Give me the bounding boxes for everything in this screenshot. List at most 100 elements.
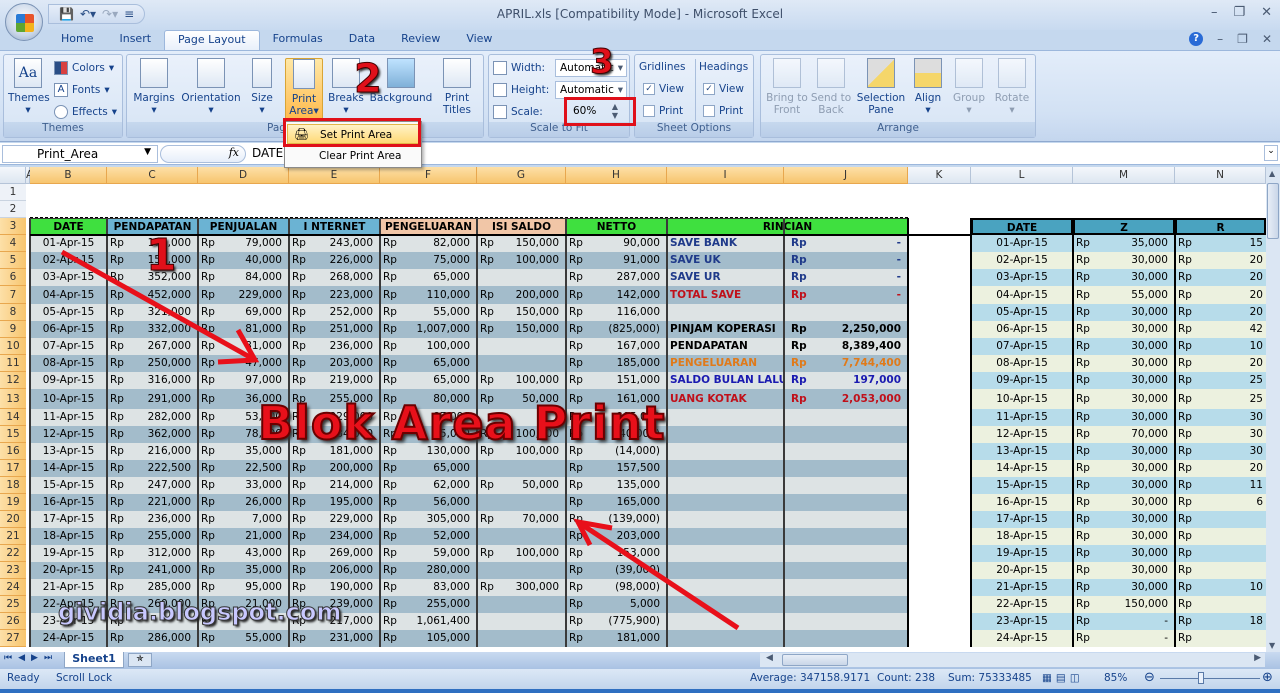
rincian-value[interactable]: - <box>814 286 904 304</box>
amount-cell[interactable]: 150,000 <box>503 235 562 252</box>
name-box[interactable]: Print_Area ▼ <box>2 145 158 163</box>
margins-button[interactable]: Margins ▾ <box>131 58 177 116</box>
selection-pane-button[interactable]: Selection Pane <box>855 58 907 116</box>
amount-cell[interactable]: 90,000 <box>592 235 663 252</box>
side-r-cell[interactable]: 20 <box>1201 304 1266 321</box>
side-r-cell[interactable]: 11 <box>1201 477 1266 494</box>
minimize-icon[interactable]: – <box>1211 5 1218 20</box>
side-r-cell[interactable] <box>1201 562 1266 579</box>
amount-cell[interactable]: 7,000 <box>224 511 285 528</box>
colors-button[interactable]: Colors ▾ <box>54 61 114 75</box>
amount-cell[interactable]: 157,500 <box>592 460 663 477</box>
amount-cell[interactable]: 282,000 <box>133 409 194 426</box>
amount-cell[interactable]: 55,000 <box>224 630 285 647</box>
amount-cell[interactable]: 167,000 <box>592 338 663 355</box>
side-date-cell[interactable]: 12-Apr-15 <box>971 426 1073 443</box>
amount-cell[interactable]: 247,000 <box>133 477 194 494</box>
amount-cell[interactable]: 69,000 <box>224 304 285 321</box>
amount-cell[interactable]: 105,000 <box>406 630 473 647</box>
date-cell[interactable]: 01-Apr-15 <box>30 235 107 252</box>
row-header-15[interactable]: 15 <box>0 426 26 443</box>
select-all-corner[interactable] <box>0 167 26 184</box>
amount-cell[interactable]: 82,000 <box>406 235 473 252</box>
sheet-tab-sheet1[interactable]: Sheet1 <box>64 652 124 668</box>
horizontal-scroll-thumb[interactable] <box>782 654 848 666</box>
amount-cell[interactable]: 222,500 <box>133 460 194 477</box>
side-r-cell[interactable]: 20 <box>1201 355 1266 372</box>
side-r-cell[interactable]: 30 <box>1201 443 1266 460</box>
row-header-2[interactable]: 2 <box>0 201 26 218</box>
amount-cell[interactable]: 50,000 <box>503 477 562 494</box>
amount-cell[interactable]: 221,000 <box>133 494 194 511</box>
row-header-24[interactable]: 24 <box>0 579 26 596</box>
amount-cell[interactable]: 241,000 <box>133 562 194 579</box>
side-z-cell[interactable]: 30,000 <box>1099 372 1171 389</box>
print-titles-button[interactable]: Print Titles <box>437 58 477 116</box>
side-z-cell[interactable]: 30,000 <box>1099 409 1171 426</box>
amount-cell[interactable]: (98,000) <box>592 579 663 596</box>
amount-cell[interactable]: 70,000 <box>503 511 562 528</box>
column-header-b[interactable]: B <box>30 167 107 184</box>
side-z-cell[interactable]: 30,000 <box>1099 477 1171 494</box>
amount-cell[interactable]: 291,000 <box>133 389 194 409</box>
amount-cell[interactable]: 116,000 <box>592 304 663 321</box>
side-r-cell[interactable]: 25 <box>1201 389 1266 409</box>
row-header-17[interactable]: 17 <box>0 460 26 477</box>
side-r-cell[interactable]: 6 <box>1201 494 1266 511</box>
date-cell[interactable]: 04-Apr-15 <box>30 286 107 304</box>
zoom-in-icon[interactable]: ⊕ <box>1262 670 1273 685</box>
help-icon[interactable]: ? <box>1189 32 1204 46</box>
amount-cell[interactable]: 1,007,000 <box>406 321 473 338</box>
side-date-cell[interactable]: 22-Apr-15 <box>971 596 1073 613</box>
amount-cell[interactable]: 236,000 <box>315 338 376 355</box>
date-cell[interactable]: 17-Apr-15 <box>30 511 107 528</box>
close-icon[interactable]: ✕ <box>1261 5 1272 20</box>
amount-cell[interactable]: 59,000 <box>406 545 473 562</box>
side-date-cell[interactable]: 01-Apr-15 <box>971 235 1073 252</box>
amount-cell[interactable]: 229,000 <box>224 286 285 304</box>
amount-cell[interactable]: 56,000 <box>406 494 473 511</box>
amount-cell[interactable]: 100,000 <box>503 372 562 389</box>
side-r-cell[interactable] <box>1201 545 1266 562</box>
workbook-restore-icon[interactable]: ❐ <box>1237 32 1248 46</box>
side-z-cell[interactable]: 30,000 <box>1099 269 1171 286</box>
amount-cell[interactable]: 316,000 <box>133 372 194 389</box>
row-header-21[interactable]: 21 <box>0 528 26 545</box>
amount-cell[interactable]: 267,000 <box>133 338 194 355</box>
amount-cell[interactable]: 35,000 <box>224 562 285 579</box>
side-z-cell[interactable]: 30,000 <box>1099 389 1171 409</box>
amount-cell[interactable]: 362,000 <box>133 426 194 443</box>
print-area-button[interactable]: Print Area▾ <box>285 58 323 122</box>
amount-cell[interactable]: 110,000 <box>406 286 473 304</box>
amount-cell[interactable]: 312,000 <box>133 545 194 562</box>
amount-cell[interactable]: 305,000 <box>406 511 473 528</box>
amount-cell[interactable]: 231,000 <box>315 630 376 647</box>
side-z-cell[interactable]: 30,000 <box>1099 545 1171 562</box>
amount-cell[interactable]: 1,061,400 <box>406 613 473 630</box>
column-header-g[interactable]: G <box>477 167 566 184</box>
side-z-cell[interactable]: 30,000 <box>1099 443 1171 460</box>
side-date-cell[interactable]: 03-Apr-15 <box>971 269 1073 286</box>
side-date-cell[interactable]: 13-Apr-15 <box>971 443 1073 460</box>
horizontal-scrollbar[interactable]: ◀ ▶ <box>760 653 1265 667</box>
headings-print-checkbox[interactable]: Print <box>703 105 743 117</box>
rincian-value[interactable]: - <box>814 235 904 252</box>
workbook-close-icon[interactable]: ✕ <box>1262 32 1272 46</box>
themes-button[interactable]: Aa Themes ▾ <box>8 58 50 116</box>
insert-function-button[interactable]: fx <box>160 145 246 163</box>
amount-cell[interactable]: 214,000 <box>315 477 376 494</box>
side-z-cell[interactable]: 30,000 <box>1099 321 1171 338</box>
amount-cell[interactable]: (139,000) <box>592 511 663 528</box>
side-date-cell[interactable]: 08-Apr-15 <box>971 355 1073 372</box>
side-r-cell[interactable] <box>1201 528 1266 545</box>
side-r-cell[interactable]: 20 <box>1201 269 1266 286</box>
side-z-cell[interactable]: 30,000 <box>1099 511 1171 528</box>
group-button[interactable]: Group ▾ <box>951 58 987 116</box>
tab-page-layout[interactable]: Page Layout <box>164 30 260 52</box>
amount-cell[interactable]: 255,000 <box>133 528 194 545</box>
amount-cell[interactable]: 200,000 <box>315 460 376 477</box>
amount-cell[interactable]: 206,000 <box>315 562 376 579</box>
rincian-value[interactable]: 2,250,000 <box>814 321 904 338</box>
side-z-cell[interactable]: 35,000 <box>1099 235 1171 252</box>
amount-cell[interactable]: 65,000 <box>406 355 473 372</box>
